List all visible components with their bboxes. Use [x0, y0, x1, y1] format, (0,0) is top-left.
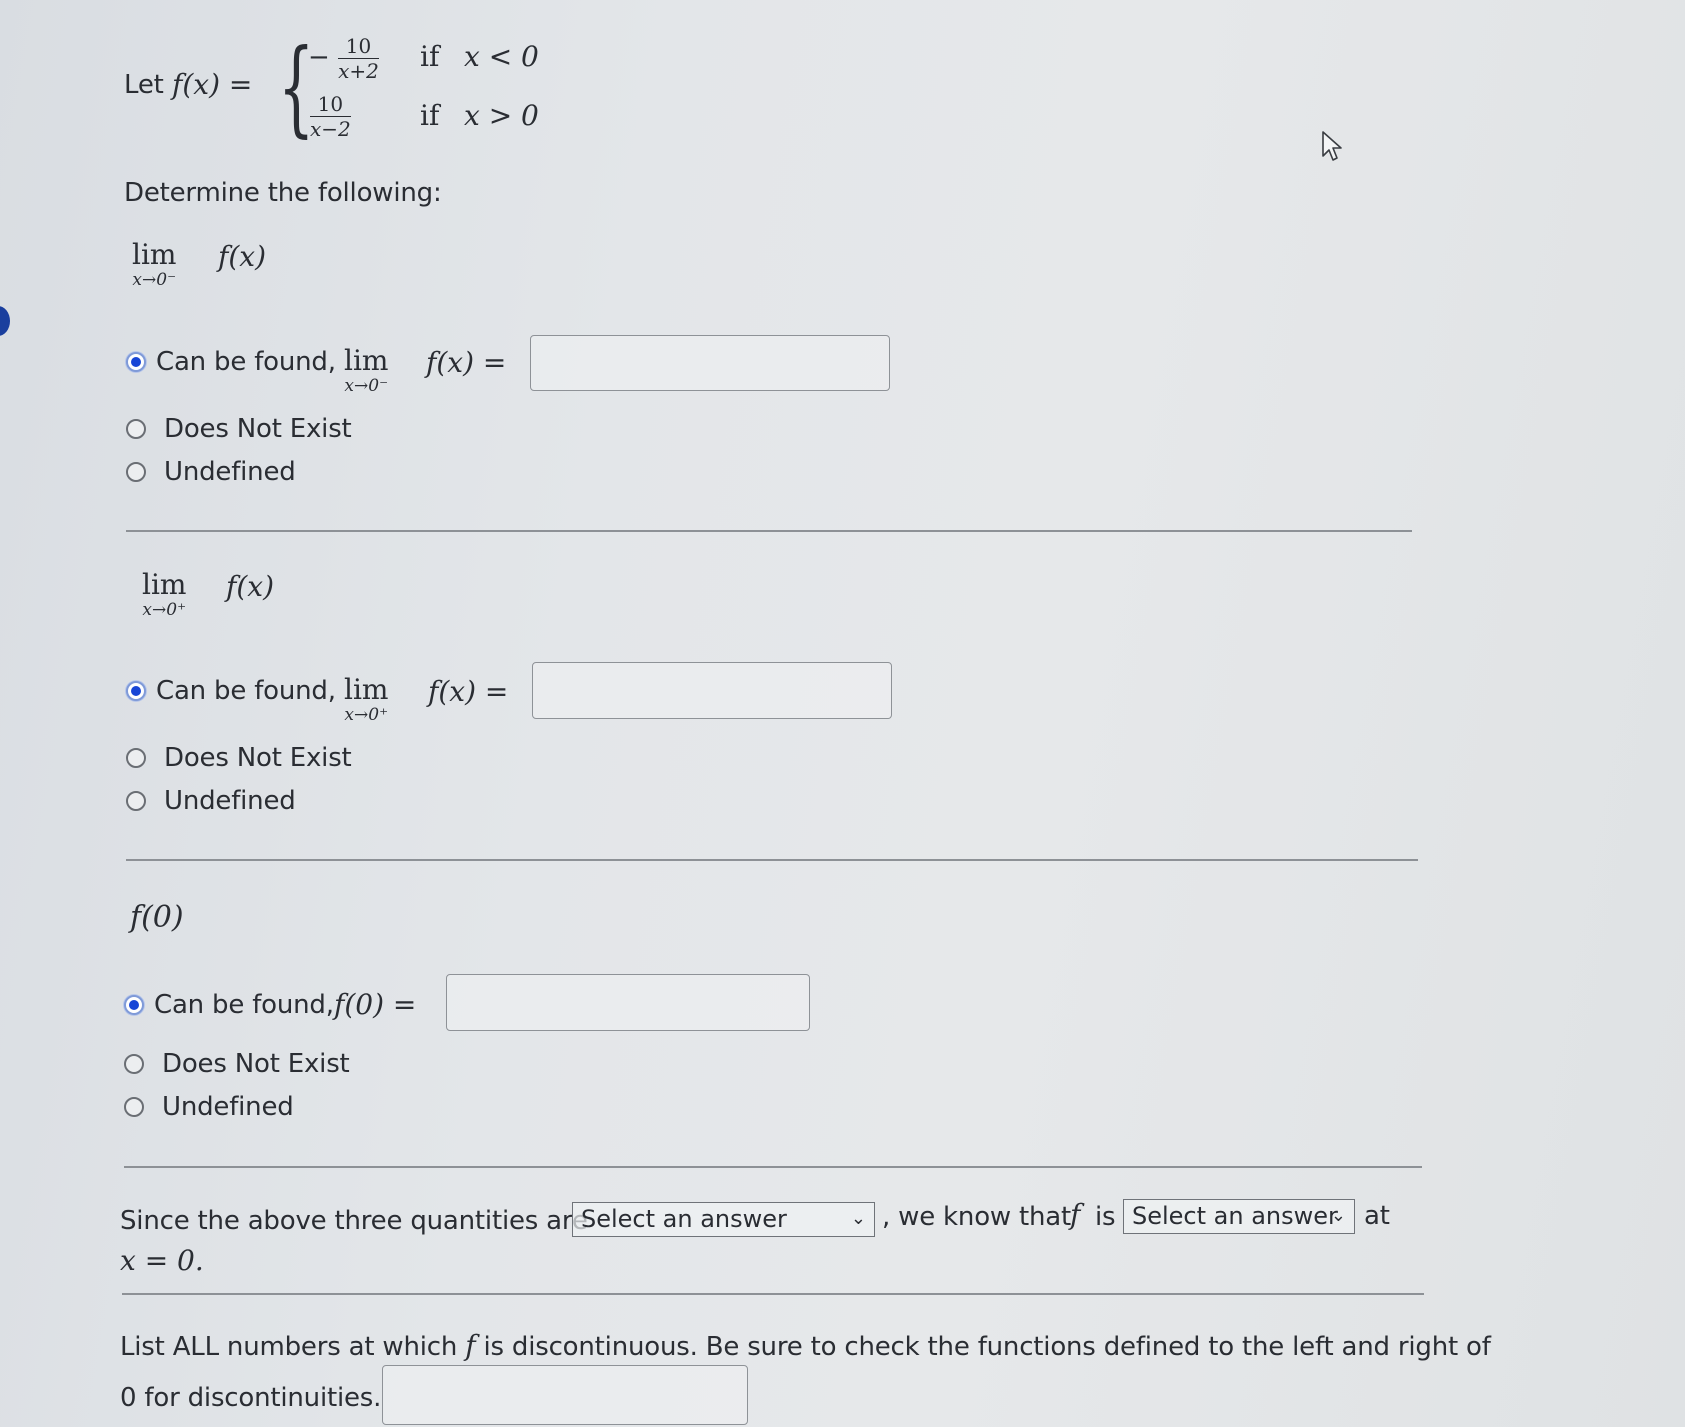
lim-subscript: x→0⁺ [344, 705, 389, 725]
lim-subscript: x→0⁻ [132, 270, 177, 290]
continuity-quantities-select[interactable]: Select an answer ⌄ [572, 1202, 875, 1237]
part1-radio-does-not-exist[interactable] [126, 419, 146, 439]
prompt-text: is discontinuous. Be sure to check the f… [483, 1332, 1491, 1362]
part1-radio-can-be-found[interactable] [126, 352, 146, 372]
continuity-status-select[interactable]: Select an answer ⌄ [1123, 1199, 1355, 1234]
divider [126, 859, 1418, 861]
part1-heading-lim: lim x→0⁻ [132, 238, 177, 291]
case-1-fraction: 10 x+2 [338, 34, 379, 83]
case-1-numerator: 10 [338, 34, 379, 59]
lim-text: lim [344, 344, 389, 377]
instruction: Determine the following: [124, 178, 442, 208]
select-value: Select an answer [1132, 1202, 1338, 1230]
part1-option-dne-label: Does Not Exist [164, 414, 352, 444]
case-2-condition: x > 0 [464, 99, 539, 132]
part1-option-undefined-label: Undefined [164, 457, 296, 487]
part1-radio-undefined[interactable] [126, 462, 146, 482]
part2-radio-undefined[interactable] [126, 791, 146, 811]
part3-radio-does-not-exist[interactable] [124, 1054, 144, 1074]
conclusion-text-is: is [1095, 1202, 1116, 1232]
conclusion-text-before: Since the above three quantities are [120, 1206, 588, 1236]
case-1-if: if [420, 40, 440, 73]
lim-subscript: x→0⁺ [142, 600, 187, 620]
part1-limit-input[interactable] [530, 335, 890, 391]
part2-option-expr: f(x) = [428, 675, 509, 708]
part2-option-undefined-label: Undefined [164, 786, 296, 816]
case-1-denominator: x+2 [338, 59, 379, 83]
part3-option-can-be-found-label: Can be found, [154, 990, 334, 1020]
f-symbol: f [1070, 1198, 1081, 1231]
divider [122, 1293, 1424, 1295]
part1-heading-expr: f(x) [218, 240, 267, 273]
part3-radio-undefined[interactable] [124, 1097, 144, 1117]
prompt-text: List ALL numbers at which [120, 1332, 458, 1362]
side-tab-indicator [0, 306, 10, 336]
case-1-condition: x < 0 [464, 40, 539, 73]
lim-text: lim [142, 568, 187, 601]
part3-option-expr: f(0) = [334, 988, 417, 1021]
f0-value-input[interactable] [446, 974, 810, 1031]
part1-option-can-be-found-label: Can be found, [156, 347, 336, 377]
part2-option-dne-label: Does Not Exist [164, 743, 352, 773]
divider [126, 530, 1412, 532]
part2-radio-does-not-exist[interactable] [126, 748, 146, 768]
part2-heading-expr: f(x) [226, 570, 275, 603]
case-2-numerator: 10 [310, 92, 351, 117]
conclusion-text-middle: , we know that [882, 1202, 1072, 1232]
conclusion-text-at: at [1364, 1201, 1390, 1231]
case-1: − 10 x+2 [308, 34, 379, 83]
discontinuities-prompt-line2: 0 for discontinuities. [120, 1383, 382, 1413]
part3-option-undefined-label: Undefined [162, 1092, 294, 1122]
lim-text: lim [132, 238, 177, 271]
part2-option-lim: lim x→0⁺ [344, 673, 389, 726]
f-symbol: f [465, 1329, 476, 1362]
case-1-sign: − [308, 42, 330, 73]
let-label: Let [124, 70, 164, 100]
lim-subscript: x→0⁻ [344, 376, 389, 396]
discontinuities-input[interactable] [382, 1365, 748, 1425]
conclusion-text-end: x = 0. [120, 1244, 204, 1277]
part3-radio-can-be-found[interactable] [124, 995, 144, 1015]
divider [124, 1166, 1422, 1168]
case-2-if: if [420, 99, 440, 132]
part1-option-lim: lim x→0⁻ [344, 344, 389, 397]
case-2: 10 x−2 [310, 92, 351, 141]
mouse-cursor-icon [1322, 131, 1342, 161]
lim-text: lim [344, 673, 389, 706]
part3-option-dne-label: Does Not Exist [162, 1049, 350, 1079]
part1-option-expr: f(x) = [426, 346, 507, 379]
part2-radio-can-be-found[interactable] [126, 681, 146, 701]
chevron-down-icon: ⌄ [850, 1208, 866, 1229]
part2-limit-input[interactable] [532, 662, 892, 719]
part3-heading-expr: f(0) [130, 900, 184, 935]
chevron-down-icon: ⌄ [1330, 1205, 1346, 1226]
select-value: Select an answer [581, 1205, 787, 1233]
case-2-denominator: x−2 [310, 117, 351, 141]
discontinuities-prompt-line1: List ALL numbers at which f is discontin… [120, 1329, 1491, 1362]
function-name: f(x) = [172, 68, 253, 101]
part2-option-can-be-found-label: Can be found, [156, 676, 336, 706]
case-2-fraction: 10 x−2 [310, 92, 351, 141]
part2-heading-lim: lim x→0⁺ [142, 568, 187, 621]
